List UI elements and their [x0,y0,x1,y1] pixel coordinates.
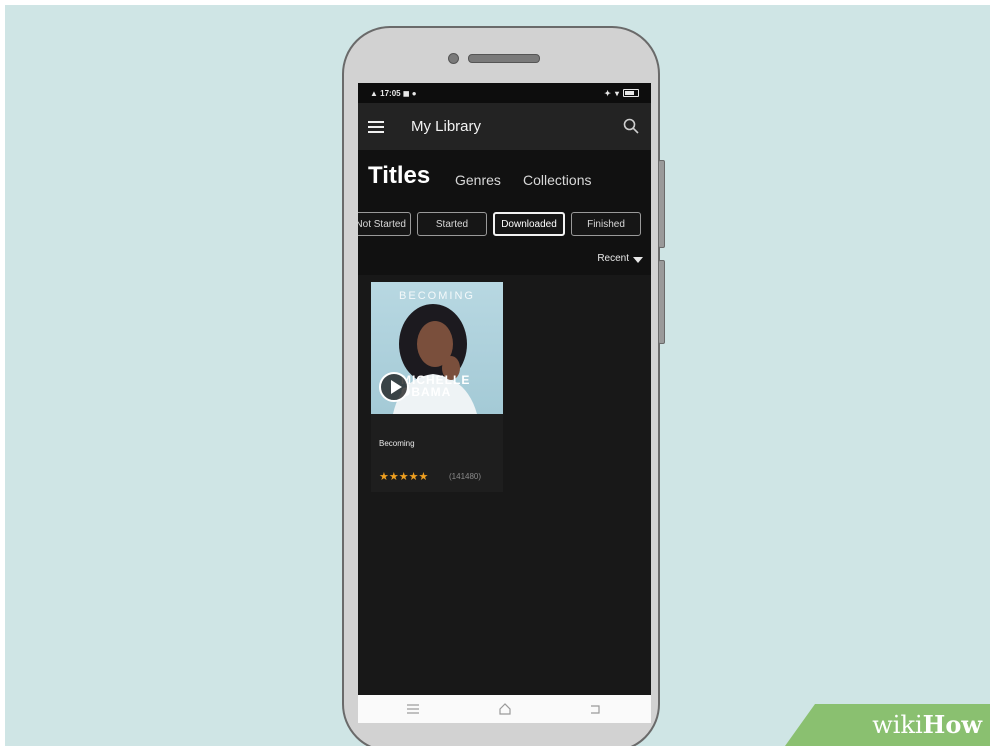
cover-author: MICHELLE OBAMA [401,373,471,399]
tab-genres[interactable]: Genres [455,172,501,188]
camera-icon [448,53,459,64]
filter-finished[interactable]: Finished [571,212,641,236]
volume-button [658,260,665,344]
wikihow-wordmark: wikiHow [872,710,982,739]
book-title: Becoming [379,439,415,448]
filter-started[interactable]: Started [417,212,487,236]
back-icon[interactable] [588,702,602,716]
sort-bar: Recent [358,246,651,275]
filter-not-started[interactable]: Not Started [358,212,411,236]
speaker-grille [468,54,540,63]
battery-icon [623,89,639,97]
filter-chips: Not Started Started Downloaded Finished [358,203,651,246]
system-nav-bar [358,695,651,723]
background: ▲ 17:05 ◼ ● ✦ ▾ My Library Titles Genres [5,5,990,746]
book-cover[interactable]: BECOMING MICHELLE OBAMA [371,282,503,414]
phone-frame: ▲ 17:05 ◼ ● ✦ ▾ My Library Titles Genres [342,26,665,746]
wikihow-logo: wikiHow [785,704,990,746]
hamburger-menu-icon[interactable] [368,120,384,133]
book-card[interactable]: BECOMING MICHELLE OBAMA Becoming ★★★★★ (… [371,282,503,492]
location-icon: ✦ [604,88,611,98]
sort-dropdown[interactable]: Recent [597,253,629,264]
home-icon[interactable] [498,702,512,716]
power-button [658,160,665,248]
menu-icon[interactable] [406,702,420,716]
book-grid: BECOMING MICHELLE OBAMA Becoming ★★★★★ (… [358,275,651,695]
star-rating: ★★★★★ [379,471,429,483]
page-title: My Library [411,118,482,135]
status-bar: ▲ 17:05 ◼ ● ✦ ▾ [358,83,651,103]
status-time: ▲ 17:05 ◼ ● [370,88,417,98]
phone-screen: ▲ 17:05 ◼ ● ✦ ▾ My Library Titles Genres [358,83,651,695]
chevron-down-icon[interactable] [633,257,643,263]
library-tabs: Titles Genres Collections [358,150,651,203]
play-icon[interactable] [379,372,409,402]
tab-titles[interactable]: Titles [368,162,430,190]
app-bar: My Library [358,103,651,150]
filter-downloaded[interactable]: Downloaded [493,212,565,236]
status-icons: ✦ ▾ [604,89,639,98]
search-icon[interactable] [623,118,639,134]
tab-collections[interactable]: Collections [523,172,591,188]
wifi-icon: ▾ [614,88,619,98]
rating-count: (141480) [449,472,482,481]
